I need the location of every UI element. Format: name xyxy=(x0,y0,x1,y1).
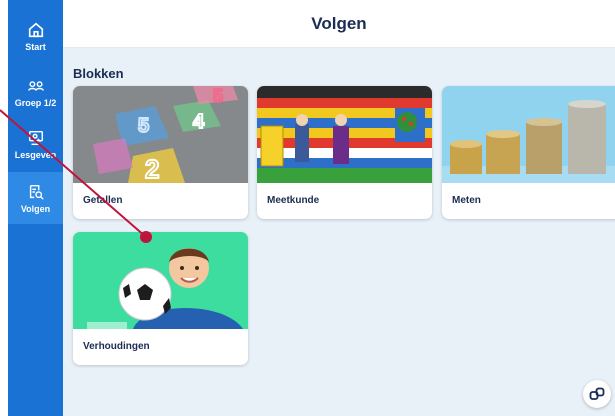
sidebar-item-volgen[interactable]: Volgen xyxy=(8,172,63,224)
card-meten[interactable]: Meten xyxy=(442,86,615,219)
sidebar-item-label: Groep 1/2 xyxy=(14,97,57,108)
section-heading: Blokken xyxy=(73,66,124,81)
svg-text:5: 5 xyxy=(213,86,223,106)
card-label: Verhoudingen xyxy=(83,341,150,352)
help-link-button[interactable] xyxy=(583,380,611,408)
card-image-hopscotch: 5 5 4 2 xyxy=(73,86,248,183)
card-meetkunde[interactable]: Meetkunde xyxy=(257,86,432,219)
follow-icon xyxy=(29,184,44,200)
page-header: Volgen xyxy=(63,0,615,48)
sidebar-item-lesgeven[interactable]: Lesgeven xyxy=(8,118,63,170)
group-icon xyxy=(27,80,44,91)
card-label: Getallen xyxy=(83,195,123,206)
svg-text:4: 4 xyxy=(193,111,205,133)
card-label: Meetkunde xyxy=(267,195,320,206)
card-label: Meten xyxy=(452,195,481,206)
page-title: Volgen xyxy=(311,13,367,33)
teach-icon xyxy=(28,130,43,145)
sidebar-item-label: Start xyxy=(25,41,46,52)
card-verhoudingen[interactable]: Verhoudingen xyxy=(73,232,248,365)
sidebar: Start Groep 1/2 Lesgeven Volgen xyxy=(0,0,63,416)
sidebar-item-label: Volgen xyxy=(20,203,51,214)
card-image-coins xyxy=(442,86,615,183)
link-icon xyxy=(589,387,605,400)
main-content: Blokken 5 5 4 2 Getallen Meetkunde Meten… xyxy=(63,48,615,416)
sidebar-item-start[interactable]: Start xyxy=(8,10,63,62)
sidebar-item-label: Lesgeven xyxy=(14,149,57,160)
sidebar-edge xyxy=(0,0,8,416)
home-icon xyxy=(28,22,43,37)
card-image-lego xyxy=(257,86,432,183)
card-getallen[interactable]: 5 5 4 2 Getallen xyxy=(73,86,248,219)
svg-text:5: 5 xyxy=(138,115,149,137)
card-image-boy-football xyxy=(73,232,248,329)
svg-text:2: 2 xyxy=(145,154,159,183)
sidebar-item-groep[interactable]: Groep 1/2 xyxy=(8,66,63,118)
